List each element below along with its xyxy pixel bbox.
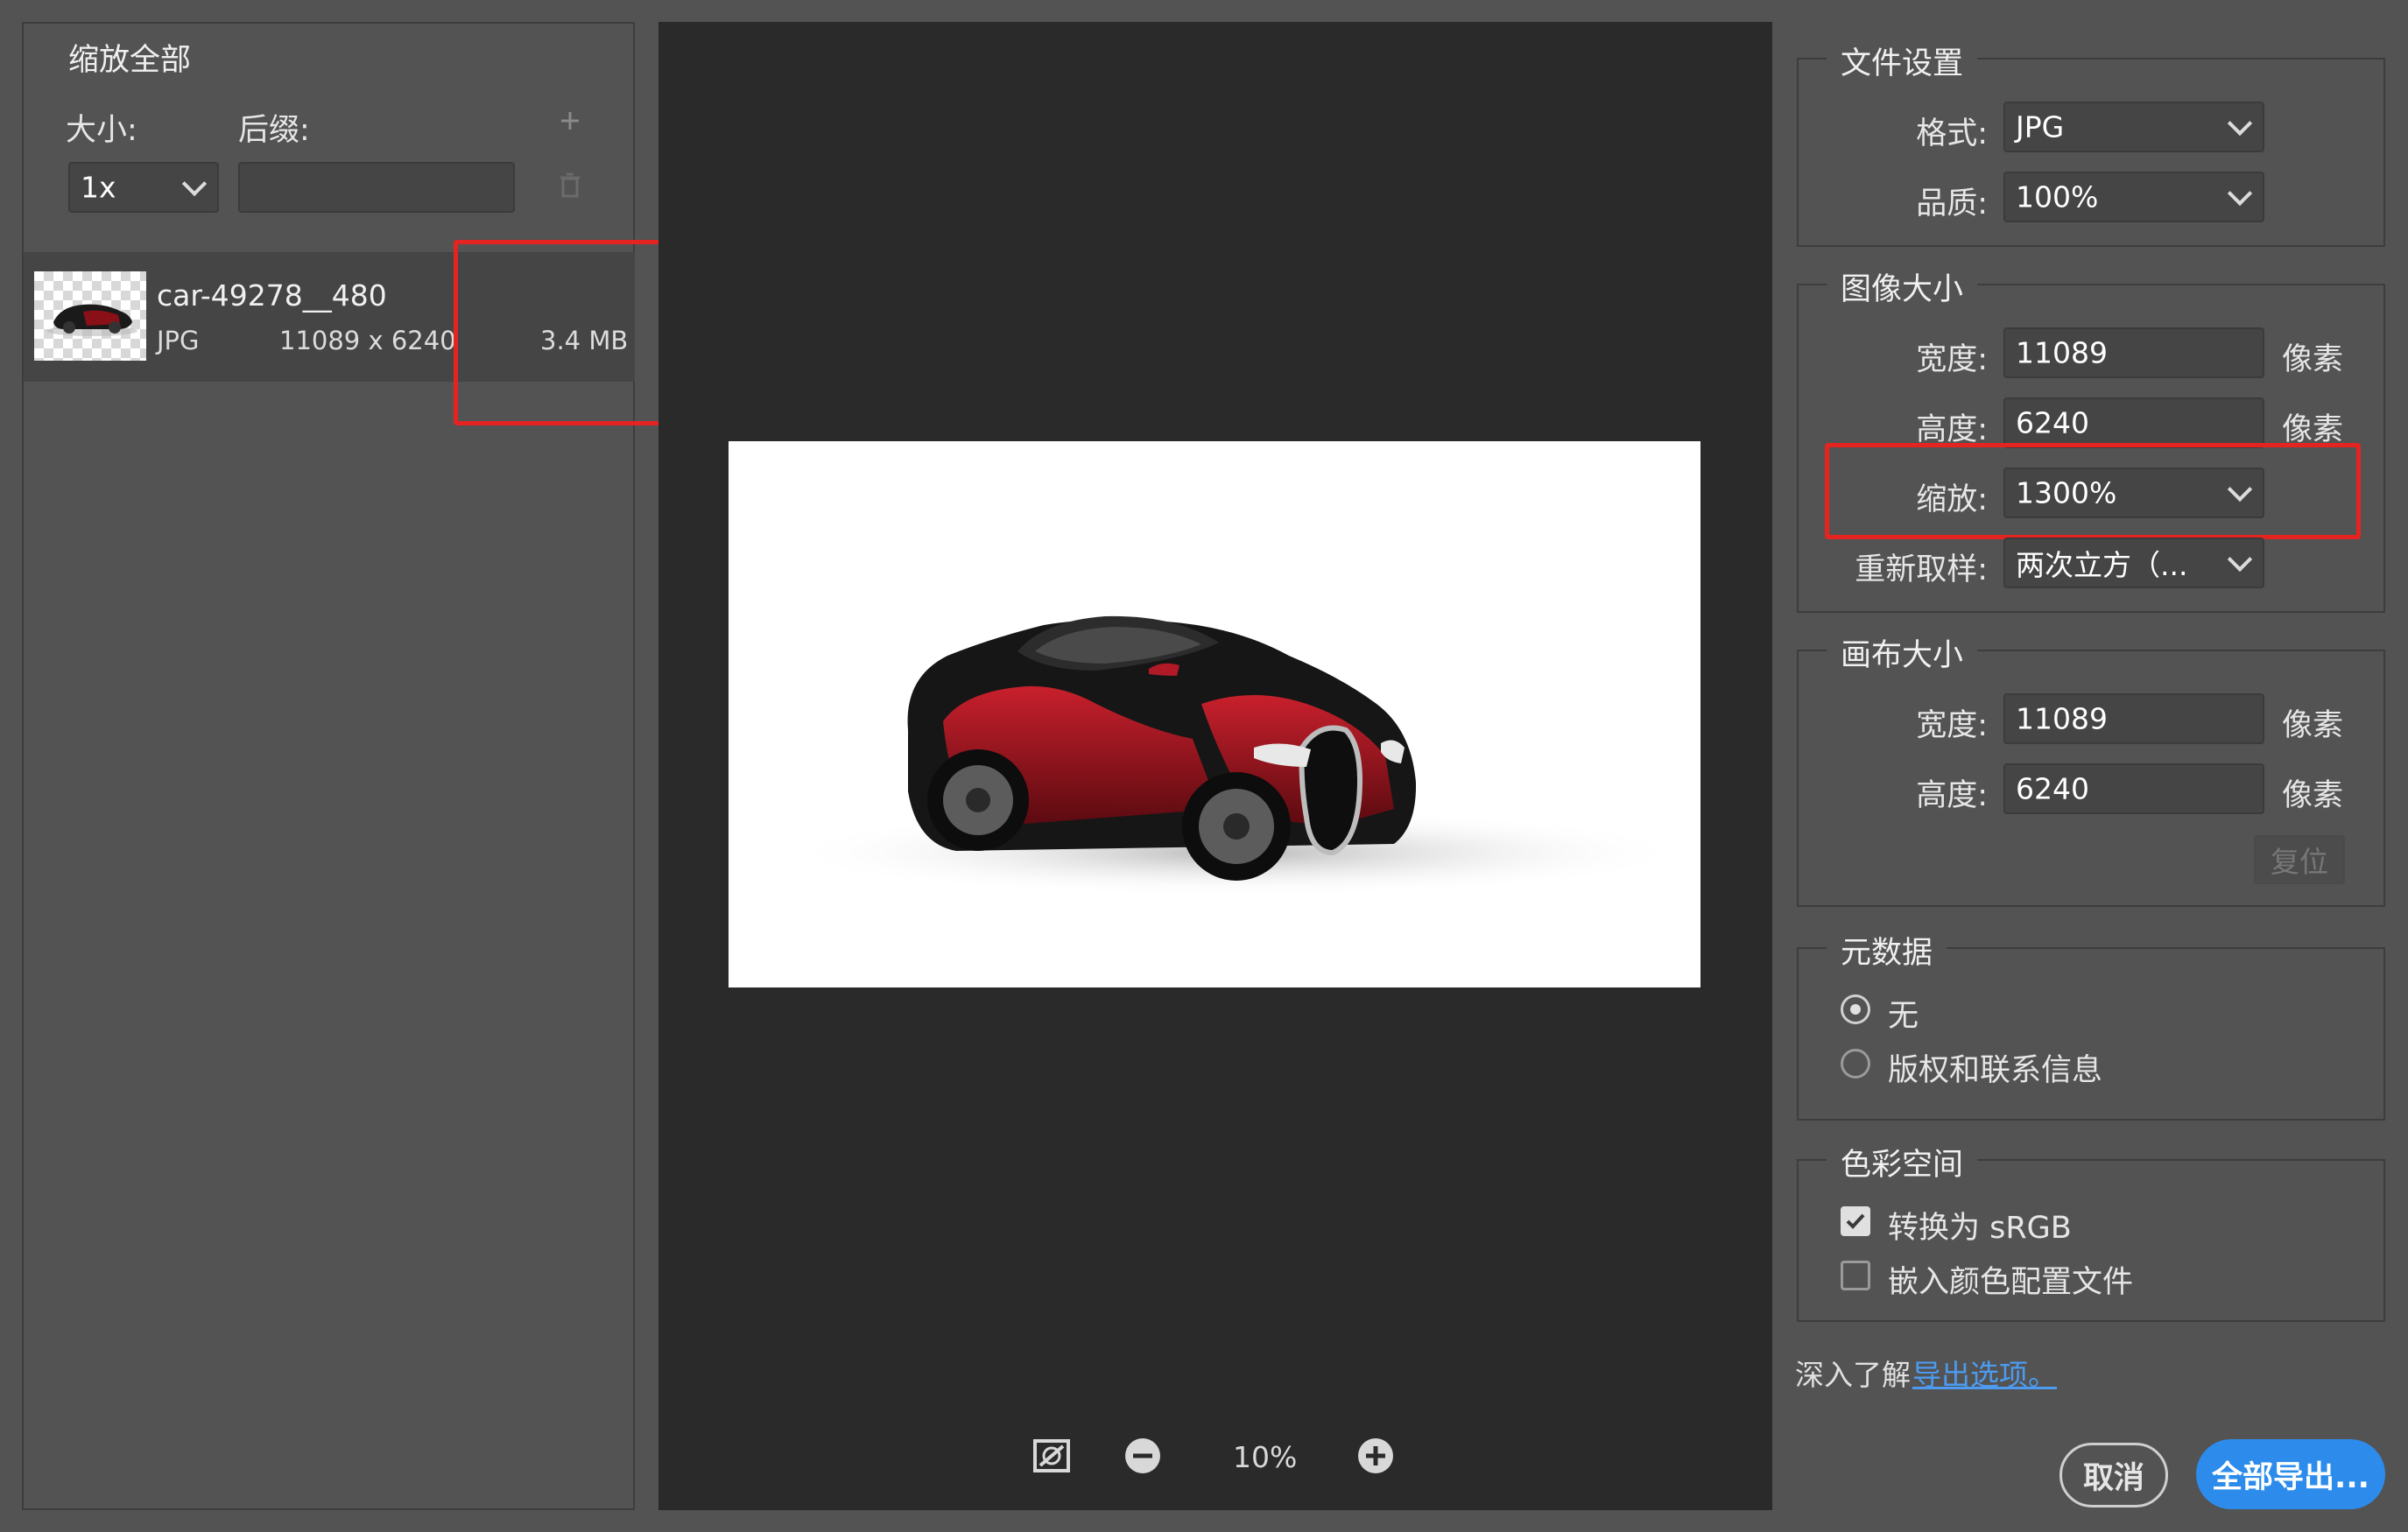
chevron-down-icon	[2227, 546, 2253, 573]
format-select-value: JPG	[2016, 109, 2065, 144]
chevron-down-icon	[181, 171, 208, 197]
image-height-value: 6240	[2016, 405, 2089, 440]
suffix-input[interactable]	[238, 162, 515, 213]
canvas-width-label: 宽度:	[1916, 708, 1988, 743]
quality-label: 品质:	[1916, 186, 1988, 221]
format-select[interactable]: JPG	[2003, 102, 2264, 152]
learn-more-text: 深入了解	[1795, 1358, 1911, 1392]
canvas-height-label: 高度:	[1916, 778, 1988, 813]
metadata-none-radio[interactable]	[1841, 994, 1870, 1024]
canvas-height-input[interactable]: 6240	[2003, 763, 2264, 814]
chevron-down-icon	[2227, 180, 2253, 207]
image-width-unit: 像素	[2282, 342, 2344, 377]
canvas-size-title: 画布大小	[1827, 630, 1978, 675]
image-width-label: 宽度:	[1916, 342, 1988, 377]
canvas-width-input[interactable]: 11089	[2003, 693, 2264, 744]
reset-button[interactable]: 复位	[2254, 835, 2345, 884]
fit-screen-icon[interactable]	[1031, 1436, 1072, 1476]
image-width-input[interactable]: 11089	[2003, 327, 2264, 378]
zoom-out-icon[interactable]	[1123, 1436, 1163, 1476]
size-label: 大小:	[66, 113, 137, 148]
zoom-in-icon[interactable]	[1355, 1436, 1396, 1476]
zoom-level: 10%	[1233, 1440, 1298, 1474]
canvas-width-value: 11089	[2016, 701, 2108, 736]
convert-srgb-label: 转换为 sRGB	[1888, 1211, 2072, 1246]
convert-srgb-checkbox[interactable]	[1841, 1206, 1870, 1236]
color-space-title: 色彩空间	[1827, 1140, 1978, 1184]
trash-icon[interactable]	[557, 168, 583, 203]
format-label: 格式:	[1916, 116, 1988, 151]
export-options-link[interactable]: 导出选项。	[1912, 1352, 2057, 1394]
image-height-input[interactable]: 6240	[2003, 397, 2264, 448]
canvas-height-value: 6240	[2016, 771, 2089, 806]
quality-select-value: 100%	[2016, 179, 2099, 214]
size-select[interactable]: 1x	[68, 162, 219, 213]
embed-profile-checkbox[interactable]	[1841, 1261, 1870, 1290]
metadata-title: 元数据	[1827, 928, 1947, 973]
quality-select[interactable]: 100%	[2003, 172, 2264, 222]
file-name: car-49278__480	[157, 278, 387, 313]
resample-label: 重新取样:	[1855, 552, 1988, 587]
suffix-label: 后缀:	[238, 113, 310, 148]
radio-dot	[1850, 1004, 1861, 1015]
canvas-width-unit: 像素	[2282, 708, 2344, 743]
file-thumbnail	[34, 271, 146, 361]
resample-select-value: 两次立方（...	[2016, 548, 2188, 582]
cancel-button[interactable]: 取消	[2059, 1443, 2168, 1507]
metadata-group	[1797, 947, 2385, 1121]
image-width-value: 11089	[2016, 335, 2108, 370]
plus-icon[interactable]	[557, 103, 583, 138]
chevron-down-icon	[2227, 110, 2253, 137]
scale-all-title: 缩放全部	[54, 35, 206, 80]
file-format: JPG	[157, 326, 200, 355]
resample-select[interactable]: 两次立方（...	[2003, 538, 2264, 588]
preview-image	[729, 441, 1700, 987]
checkmark-icon	[1846, 1213, 1865, 1229]
canvas-height-unit: 像素	[2282, 778, 2344, 813]
highlight-box-file-size	[454, 240, 674, 425]
export-all-button[interactable]: 全部导出...	[2196, 1439, 2385, 1509]
size-select-value: 1x	[81, 170, 116, 205]
metadata-copyright-label: 版权和联系信息	[1888, 1053, 2103, 1088]
file-settings-title: 文件设置	[1827, 39, 1978, 83]
highlight-box-scale	[1825, 443, 2361, 539]
image-size-title: 图像大小	[1827, 264, 1978, 309]
metadata-copyright-radio[interactable]	[1841, 1049, 1870, 1079]
file-dimensions: 11089 x 6240	[279, 326, 456, 355]
embed-profile-label: 嵌入颜色配置文件	[1888, 1265, 2134, 1300]
metadata-none-label: 无	[1888, 999, 1919, 1034]
